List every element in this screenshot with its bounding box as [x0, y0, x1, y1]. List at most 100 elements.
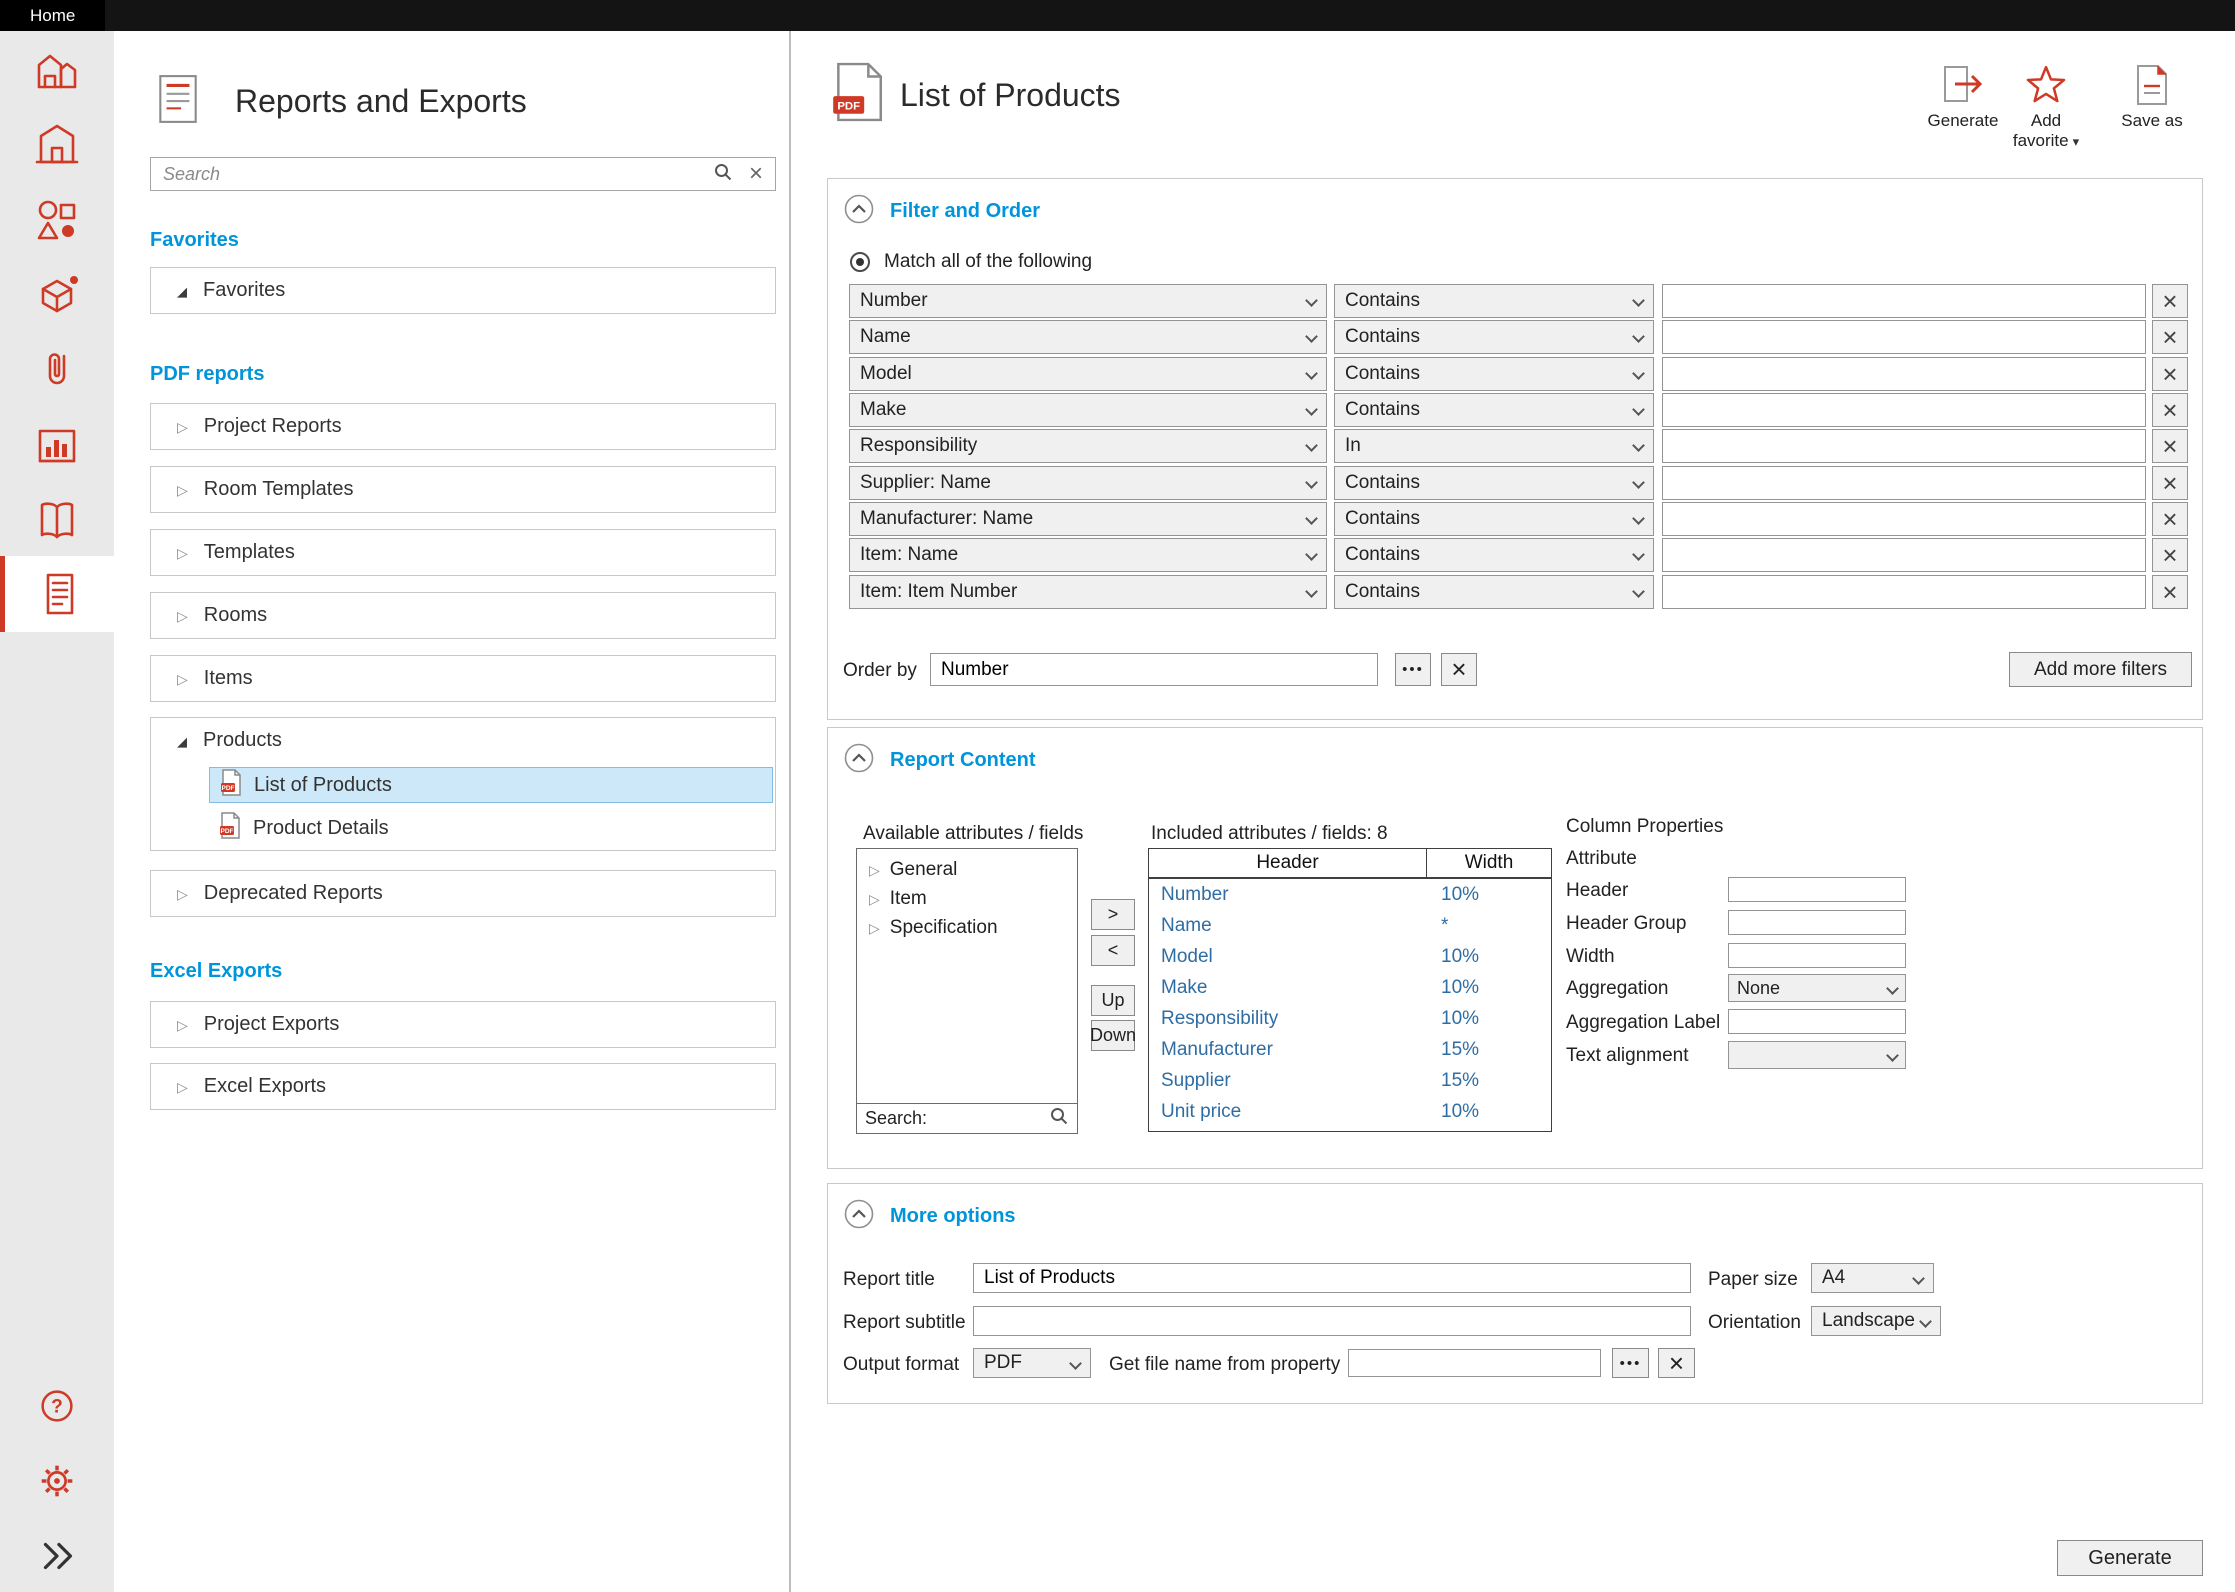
filter-attribute-select[interactable]: Supplier: Name [849, 466, 1327, 500]
collapse-content-button[interactable] [844, 743, 874, 773]
filter-attribute-select[interactable]: Responsibility [849, 429, 1327, 463]
table-row[interactable]: Number10% [1149, 879, 1551, 910]
table-row[interactable]: Responsibility10% [1149, 1003, 1551, 1034]
nav-handbook-button[interactable] [0, 482, 114, 558]
group-templates[interactable]: Templates [150, 529, 776, 576]
order-by-clear-button[interactable]: × [1441, 653, 1477, 686]
orientation-select[interactable]: Landscape [1811, 1306, 1941, 1336]
expand-icon[interactable] [177, 667, 188, 690]
file-name-clear-button[interactable]: × [1658, 1348, 1695, 1378]
filter-attribute-select[interactable]: Item: Name [849, 538, 1327, 572]
fields-search-row[interactable]: Search: [857, 1103, 1077, 1133]
aggregation-select[interactable]: None [1728, 974, 1906, 1002]
filter-attribute-select[interactable]: Make [849, 393, 1327, 427]
paper-size-select[interactable]: A4 [1811, 1263, 1934, 1293]
group-project-exports[interactable]: Project Exports [150, 1001, 776, 1048]
nav-reports-button[interactable] [0, 556, 114, 632]
group-deprecated-reports[interactable]: Deprecated Reports [150, 870, 776, 917]
report-item-list-of-products[interactable]: PDF List of Products [209, 767, 773, 803]
file-name-property-input[interactable] [1348, 1349, 1601, 1377]
output-format-select[interactable]: PDF [973, 1348, 1091, 1378]
expand-icon[interactable] [869, 888, 880, 910]
table-row[interactable]: Model10% [1149, 941, 1551, 972]
group-project-reports[interactable]: Project Reports [150, 403, 776, 450]
tree-item-specification[interactable]: Specification [857, 913, 1077, 942]
order-by-input[interactable] [930, 653, 1378, 686]
move-up-button[interactable]: Up [1091, 985, 1135, 1016]
remove-filter-button[interactable]: × [2152, 538, 2188, 572]
filter-operator-select[interactable]: Contains [1334, 320, 1654, 354]
nav-statistics-button[interactable] [0, 408, 114, 484]
nav-building-button[interactable] [0, 106, 114, 182]
group-room-templates[interactable]: Room Templates [150, 466, 776, 513]
group-items[interactable]: Items [150, 655, 776, 702]
filter-value-input[interactable] [1662, 429, 2146, 463]
expand-icon[interactable] [869, 917, 880, 939]
generate-tool-button[interactable]: Generate [1915, 64, 2011, 131]
expand-icon[interactable] [177, 541, 188, 564]
filter-attribute-select[interactable]: Manufacturer: Name [849, 502, 1327, 536]
group-excel-exports[interactable]: Excel Exports [150, 1063, 776, 1110]
expand-rail-button[interactable] [0, 1526, 114, 1586]
table-row[interactable]: Supplier15% [1149, 1065, 1551, 1096]
match-all-radio[interactable] [850, 252, 870, 272]
filter-value-input[interactable] [1662, 320, 2146, 354]
remove-filter-button[interactable]: × [2152, 429, 2188, 463]
filter-operator-select[interactable]: Contains [1334, 357, 1654, 391]
expand-icon[interactable] [177, 1013, 188, 1036]
collapse-more-button[interactable] [844, 1199, 874, 1229]
filter-value-input[interactable] [1662, 538, 2146, 572]
remove-filter-button[interactable]: × [2152, 393, 2188, 427]
nav-attachments-button[interactable] [0, 333, 114, 409]
move-left-button[interactable]: < [1091, 935, 1135, 966]
width-input[interactable] [1728, 943, 1906, 968]
collapse-filter-button[interactable] [844, 194, 874, 224]
filter-operator-select[interactable]: Contains [1334, 466, 1654, 500]
home-tab[interactable]: Home [0, 0, 105, 31]
remove-filter-button[interactable]: × [2152, 466, 2188, 500]
filter-attribute-select[interactable]: Model [849, 357, 1327, 391]
report-subtitle-input[interactable] [973, 1306, 1691, 1336]
table-row[interactable]: Make10% [1149, 972, 1551, 1003]
expand-icon[interactable] [177, 882, 188, 905]
move-right-button[interactable]: > [1091, 899, 1135, 930]
add-favorite-button[interactable]: Add favorite [1998, 64, 2094, 150]
search-icon[interactable] [1049, 1106, 1069, 1131]
remove-filter-button[interactable]: × [2152, 320, 2188, 354]
filter-operator-select[interactable]: Contains [1334, 393, 1654, 427]
expand-icon[interactable] [869, 859, 880, 881]
file-name-more-button[interactable]: ••• [1612, 1348, 1649, 1378]
filter-attribute-select[interactable]: Item: Item Number [849, 575, 1327, 609]
move-down-button[interactable]: Down [1091, 1020, 1135, 1051]
save-as-button[interactable]: Save as [2104, 64, 2200, 131]
tree-item-item[interactable]: Item [857, 884, 1077, 913]
nav-warehouse-button[interactable] [0, 31, 114, 107]
filter-operator-select[interactable]: Contains [1334, 575, 1654, 609]
filter-value-input[interactable] [1662, 357, 2146, 391]
filter-value-input[interactable] [1662, 466, 2146, 500]
tree-item-general[interactable]: General [857, 855, 1077, 884]
expand-icon[interactable] [177, 415, 188, 438]
filter-operator-select[interactable]: Contains [1334, 502, 1654, 536]
clear-search-icon[interactable]: × [749, 162, 763, 186]
search-icon[interactable] [713, 162, 733, 187]
filter-value-input[interactable] [1662, 284, 2146, 318]
group-rooms[interactable]: Rooms [150, 592, 776, 639]
group-favorites[interactable]: Favorites [150, 267, 776, 314]
nav-shapes-button[interactable] [0, 182, 114, 258]
expand-icon[interactable] [177, 478, 188, 501]
order-by-more-button[interactable]: ••• [1395, 653, 1431, 686]
add-more-filters-button[interactable]: Add more filters [2009, 652, 2192, 687]
filter-operator-select[interactable]: Contains [1334, 538, 1654, 572]
header-group-input[interactable] [1728, 910, 1906, 935]
remove-filter-button[interactable]: × [2152, 502, 2188, 536]
collapse-icon[interactable] [177, 279, 187, 302]
help-button[interactable]: ? [0, 1376, 114, 1436]
table-row[interactable]: Unit price10% [1149, 1096, 1551, 1127]
table-row[interactable]: Name* [1149, 910, 1551, 941]
report-item-product-details[interactable]: PDF Product Details [209, 810, 773, 846]
remove-filter-button[interactable]: × [2152, 575, 2188, 609]
filter-attribute-select[interactable]: Number [849, 284, 1327, 318]
group-products-header[interactable]: Products [151, 718, 775, 763]
nav-products-button[interactable] [0, 257, 114, 333]
